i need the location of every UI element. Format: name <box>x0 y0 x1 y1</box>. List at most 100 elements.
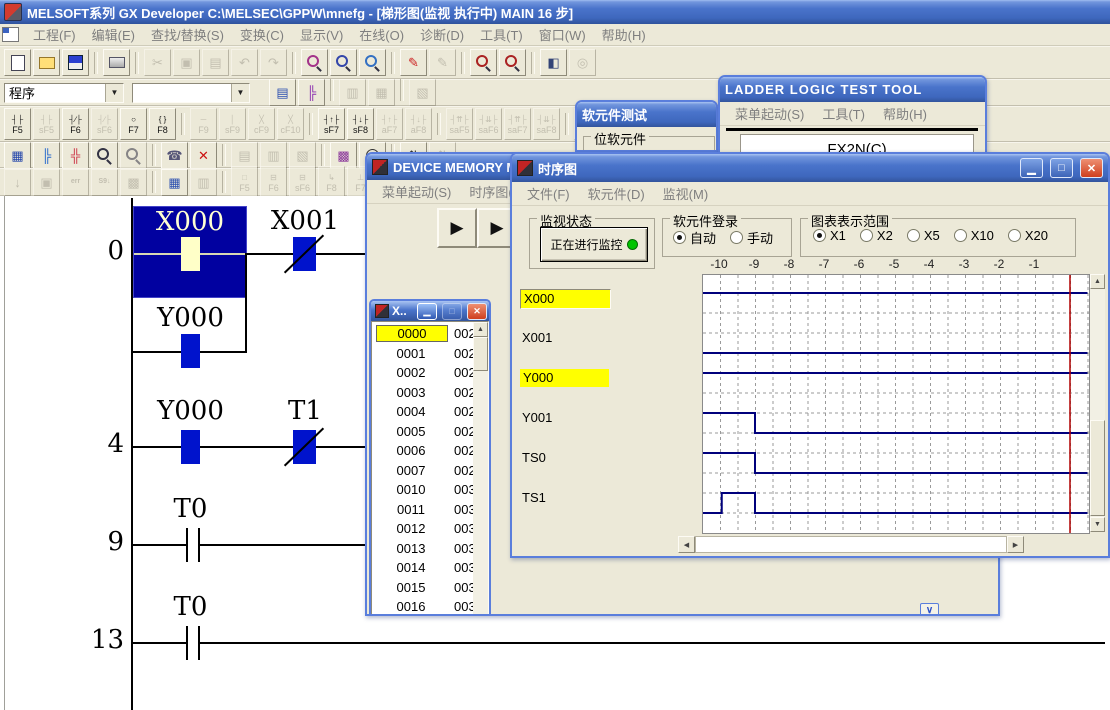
menu-item[interactable]: 编辑(E) <box>84 23 143 46</box>
contact-nc-x001[interactable] <box>293 237 316 271</box>
skip-run-button[interactable]: ▣ <box>33 169 60 196</box>
delete-vertical-line-button[interactable]: ╳cF10 <box>277 108 304 140</box>
insert-column-button[interactable]: ▧ <box>289 142 316 169</box>
partial-run-button[interactable]: ▩ <box>120 169 147 196</box>
table-row[interactable]: 0002002 <box>372 365 488 384</box>
scroll-thumb[interactable] <box>1090 420 1105 516</box>
menu-item[interactable]: 工程(F) <box>25 23 84 46</box>
close-icon[interactable]: ✕ <box>1080 158 1103 178</box>
menu-item[interactable]: 查找/替换(S) <box>143 23 232 46</box>
horizontal-line-button[interactable]: ─F9 <box>190 108 217 140</box>
new-window-button[interactable]: ◧ <box>540 49 567 76</box>
edge-close-contact-button[interactable]: ┤⇊├saF6 <box>475 108 502 140</box>
scroll-track[interactable] <box>695 536 1007 553</box>
maximize-icon[interactable]: □ <box>1050 158 1073 178</box>
table-row[interactable]: 0004002 <box>372 404 488 423</box>
remote-operation-button[interactable]: ☎ <box>161 142 188 169</box>
menu-item[interactable]: 工具(T) <box>813 102 874 125</box>
new-project-button[interactable] <box>4 49 31 76</box>
insert-row-button[interactable]: ▤ <box>231 142 258 169</box>
contact-no-t0[interactable] <box>186 626 200 660</box>
close-icon[interactable]: ✕ <box>467 303 487 320</box>
program-batch-button[interactable]: ▦ <box>161 169 188 196</box>
delete-row-button[interactable]: ▥ <box>260 142 287 169</box>
contact-no-t0[interactable] <box>186 528 200 562</box>
menu-item[interactable]: 窗口(W) <box>531 23 594 46</box>
edge-close-branch-button[interactable]: ┤⇊├saF8 <box>533 108 560 140</box>
chevron-down-icon[interactable]: ∨ <box>920 603 939 616</box>
scroll-down-icon[interactable]: ▼ <box>1090 517 1105 532</box>
table-row[interactable]: 0014003 <box>372 560 488 579</box>
coil-button[interactable]: ○F7 <box>120 108 147 140</box>
copy-button[interactable]: ▣ <box>173 49 200 76</box>
ladder-monitor-button[interactable]: ▦ <box>4 142 31 169</box>
device-find-button[interactable] <box>359 49 386 76</box>
sfc-step-button[interactable]: □F5 <box>231 166 258 198</box>
menu-item[interactable]: 变换(C) <box>232 23 292 46</box>
mdi-child-icon[interactable] <box>2 27 19 42</box>
scroll-left-icon[interactable]: ◀ <box>678 536 695 553</box>
waveform-vscrollbar[interactable]: ▲ ▼ <box>1090 274 1105 532</box>
document-make-button[interactable]: ▧ <box>409 79 436 106</box>
table-row[interactable]: 0007002 <box>372 463 488 482</box>
table-row[interactable]: 0013003 <box>372 541 488 560</box>
find-replace-button[interactable] <box>330 49 357 76</box>
main-title-bar[interactable]: MELSOFT系列 GX Developer C:\MELSEC\GPPW\mn… <box>0 0 1110 24</box>
application-instruction-button[interactable]: { }F8 <box>149 108 176 140</box>
error-jump-button[interactable]: err <box>62 169 89 196</box>
find-button[interactable] <box>301 49 328 76</box>
radio-option[interactable]: X20 <box>1008 228 1048 243</box>
menu-item[interactable]: 显示(V) <box>292 23 351 46</box>
close-contact-button[interactable]: ┤∕├F6 <box>62 108 89 140</box>
zoom-in-button[interactable] <box>470 49 497 76</box>
ladder-insert-button[interactable]: ✎ <box>429 49 456 76</box>
sfc-jump-button[interactable]: ↳F8 <box>318 166 345 198</box>
program-combo[interactable]: 程序 ▼ <box>4 83 124 103</box>
pulse-close-branch-button[interactable]: ┤↓├aF8 <box>405 108 432 140</box>
device-memory-edit-button[interactable]: ▦ <box>368 79 395 106</box>
radio-option[interactable]: 手动 <box>730 228 773 247</box>
menu-item[interactable]: 在线(O) <box>351 23 412 46</box>
sfc-dummy-step-button[interactable]: ⊟F6 <box>260 166 287 198</box>
cursor-selected-cell[interactable]: X000 <box>133 206 247 298</box>
table-row[interactable]: 0012003 <box>372 521 488 540</box>
data-tree-button[interactable]: ╠ <box>298 79 325 106</box>
open-branch-button[interactable]: ┤├sF5 <box>33 108 60 140</box>
x-device-title-bar[interactable]: X.. ▁ □ ✕ <box>371 301 489 321</box>
redo-button[interactable]: ↷ <box>260 49 287 76</box>
menu-item[interactable]: 菜单起动(S) <box>726 102 813 125</box>
menu-item[interactable]: 软元件(D) <box>579 182 654 205</box>
contact-nc-t1[interactable] <box>293 430 316 464</box>
minimize-icon[interactable]: ▁ <box>417 303 437 320</box>
timing-title-bar[interactable]: 时序图 ▁ □ ✕ <box>512 154 1108 182</box>
save-project-button[interactable] <box>62 49 89 76</box>
monitoring-button[interactable]: 正在进行监控 <box>540 227 648 262</box>
contact-no-x000[interactable] <box>181 237 200 271</box>
table-row[interactable]: 0005002 <box>372 424 488 443</box>
menu-item[interactable]: 文件(F) <box>518 182 579 205</box>
monitor-start-button[interactable] <box>91 142 118 169</box>
paste-button[interactable]: ▤ <box>202 49 229 76</box>
combo-dropdown-icon[interactable]: ▼ <box>231 84 249 102</box>
step-jump-button[interactable]: S9↓ <box>91 169 118 196</box>
monitor-delete-button[interactable]: ✕ <box>190 142 217 169</box>
maximize-icon[interactable]: □ <box>442 303 462 320</box>
signal-name[interactable]: X000 <box>520 289 611 309</box>
open-contact-button[interactable]: ┤├F5 <box>4 108 31 140</box>
device-test-title-bar[interactable]: 软元件测试 <box>577 102 716 127</box>
menu-item[interactable]: 菜单起动(S) <box>373 180 460 203</box>
waveform-hscrollbar[interactable]: ◀ ▶ <box>678 536 1024 553</box>
edge-open-contact-button[interactable]: ┤⇈├saF5 <box>446 108 473 140</box>
trace-button[interactable]: ▥ <box>190 169 217 196</box>
help-button[interactable]: ◎ <box>569 49 596 76</box>
table-row[interactable]: 0015003 <box>372 580 488 599</box>
combo-dropdown-icon[interactable]: ▼ <box>105 84 123 102</box>
parameter-button[interactable]: ▥ <box>339 79 366 106</box>
table-row[interactable]: 0003002 <box>372 385 488 404</box>
radio-option[interactable]: X2 <box>860 228 893 243</box>
scroll-right-icon[interactable]: ▶ <box>1007 536 1024 553</box>
test-tool-title-bar[interactable]: LADDER LOGIC TEST TOOL <box>720 77 985 102</box>
ladder-write-button[interactable]: ✎ <box>400 49 427 76</box>
zoom-out-button[interactable] <box>499 49 526 76</box>
x-device-list[interactable]: ▲ 00000020001002000200200030020004002000… <box>371 321 489 615</box>
